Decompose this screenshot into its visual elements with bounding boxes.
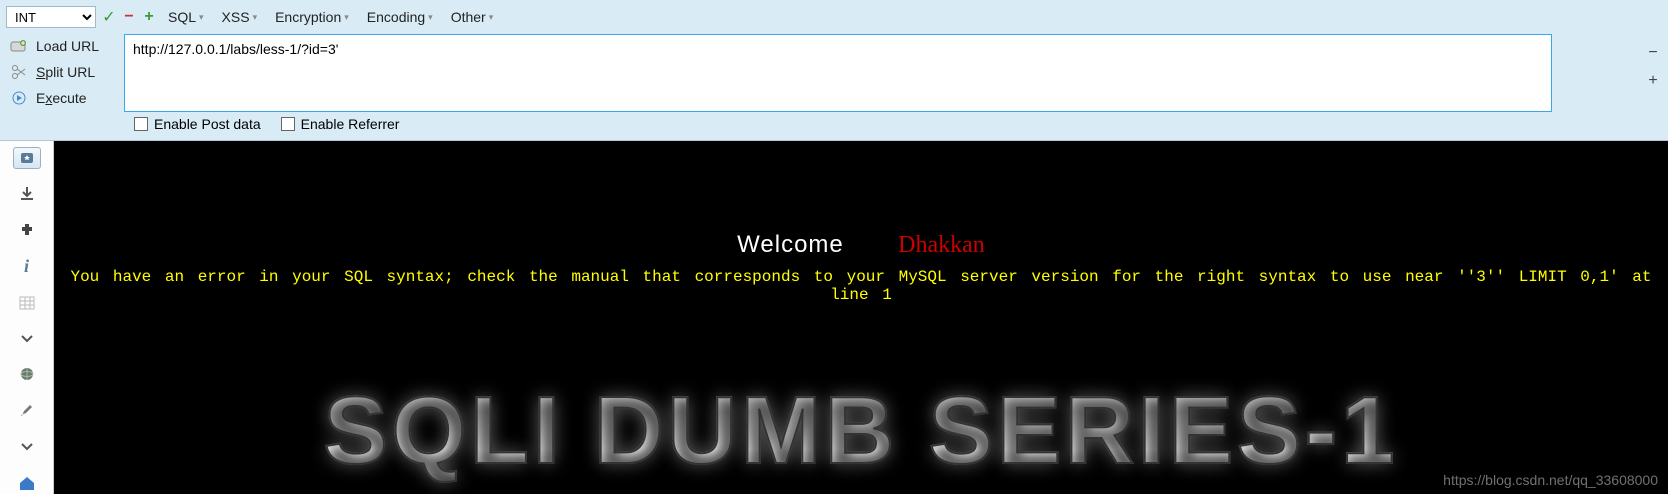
content-row: i Welcome Dhakkan You have an error in y… xyxy=(0,141,1668,494)
menu-other[interactable]: Other▾ xyxy=(445,7,500,27)
welcome-text: Welcome xyxy=(737,231,844,258)
url-input[interactable]: http://127.0.0.1/labs/less-1/?id=3' xyxy=(124,34,1552,112)
load-url-icon xyxy=(10,38,28,54)
download-tool-icon[interactable] xyxy=(13,183,41,205)
url-area: http://127.0.0.1/labs/less-1/?id=3' xyxy=(124,34,1636,112)
enable-post-label: Enable Post data xyxy=(154,116,261,132)
dropdown-tool-icon[interactable] xyxy=(13,328,41,350)
plugin-tool-icon[interactable] xyxy=(13,219,41,241)
main-row: Load URL Split URL Execute http://127.0.… xyxy=(6,34,1662,112)
menu-xss[interactable]: XSS▾ xyxy=(216,7,264,27)
enable-post-checkbox[interactable]: Enable Post data xyxy=(134,116,261,132)
enable-referrer-label: Enable Referrer xyxy=(301,116,400,132)
checkbox-icon xyxy=(134,117,148,131)
right-edge-controls: − + xyxy=(1644,34,1662,112)
grid-tool-icon[interactable] xyxy=(13,291,41,313)
watermark: https://blog.csdn.net/qq_33608000 xyxy=(1443,472,1658,488)
split-url-icon xyxy=(10,64,28,80)
globe-tool-icon[interactable] xyxy=(13,364,41,386)
brush-tool-icon[interactable] xyxy=(13,400,41,422)
checkbox-icon xyxy=(281,117,295,131)
dhakkan-text: Dhakkan xyxy=(898,232,985,258)
execute-action[interactable]: Execute xyxy=(6,88,116,108)
enable-referrer-checkbox[interactable]: Enable Referrer xyxy=(281,116,400,132)
menu-encryption[interactable]: Encryption▾ xyxy=(269,7,355,27)
welcome-line: Welcome Dhakkan xyxy=(54,231,1668,260)
plus-icon[interactable]: + xyxy=(142,10,156,24)
split-url-label: Split URL xyxy=(36,64,95,80)
bookmark-tool-icon[interactable] xyxy=(13,147,41,169)
checks-row: Enable Post data Enable Referrer xyxy=(6,112,1662,136)
home-tool-icon[interactable] xyxy=(13,472,41,494)
page-viewport: Welcome Dhakkan You have an error in you… xyxy=(54,141,1668,494)
page-banner: SQLI DUMB SERIES-1 xyxy=(324,376,1399,486)
execute-icon xyxy=(10,90,28,106)
devtools-sidebar: i xyxy=(0,141,54,494)
menu-row: INT ✓ − + SQL▾ XSS▾ Encryption▾ Encoding… xyxy=(6,4,1662,30)
check-icon: ✓ xyxy=(102,10,116,24)
split-url-action[interactable]: Split URL xyxy=(6,62,116,82)
sql-error-message: You have an error in your SQL syntax; ch… xyxy=(54,268,1668,304)
execute-label: Execute xyxy=(36,90,87,106)
load-url-label: Load URL xyxy=(36,38,99,54)
menu-encoding[interactable]: Encoding▾ xyxy=(361,7,439,27)
hackbar-panel: INT ✓ − + SQL▾ XSS▾ Encryption▾ Encoding… xyxy=(0,0,1668,141)
side-actions: Load URL Split URL Execute xyxy=(6,34,116,112)
minus-right-icon[interactable]: − xyxy=(1648,44,1657,62)
load-url-action[interactable]: Load URL xyxy=(6,36,116,56)
info-tool-icon[interactable]: i xyxy=(13,255,41,277)
minus-icon[interactable]: − xyxy=(122,10,136,24)
plus-right-icon[interactable]: + xyxy=(1648,72,1657,90)
menu-sql[interactable]: SQL▾ xyxy=(162,7,210,27)
type-select[interactable]: INT xyxy=(6,6,96,28)
dropdown2-tool-icon[interactable] xyxy=(13,436,41,458)
